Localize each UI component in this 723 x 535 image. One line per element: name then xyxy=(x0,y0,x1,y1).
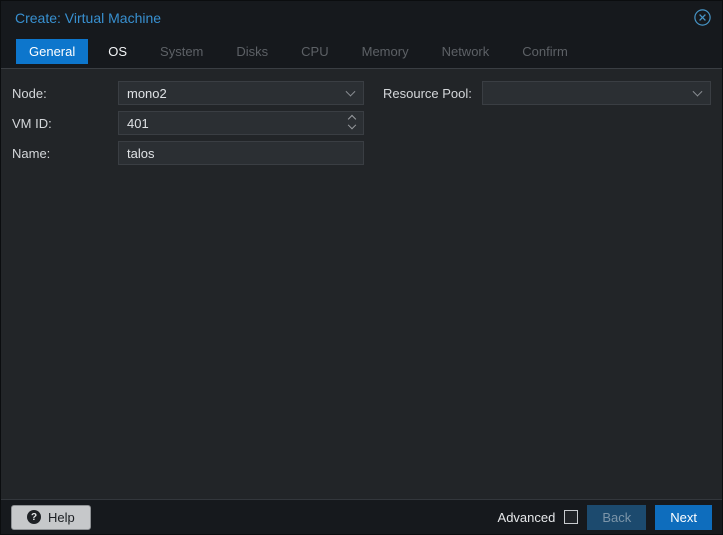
vmid-input[interactable] xyxy=(119,112,363,134)
vmid-spinner[interactable] xyxy=(118,111,364,135)
node-label: Node: xyxy=(12,86,118,101)
question-circle-icon: ? xyxy=(27,510,41,524)
resource-pool-combobox[interactable] xyxy=(482,81,711,105)
form-right-column: Resource Pool: xyxy=(383,81,711,105)
vmid-label: VM ID: xyxy=(12,116,118,131)
back-button[interactable]: Back xyxy=(587,505,646,530)
tab-general[interactable]: General xyxy=(16,39,88,64)
help-button[interactable]: ? Help xyxy=(11,505,91,530)
general-panel: Node: VM ID: Name: xyxy=(1,69,722,499)
name-label: Name: xyxy=(12,146,118,161)
create-vm-dialog: Create: Virtual Machine General OS Syste… xyxy=(0,0,723,535)
close-icon[interactable] xyxy=(693,9,711,27)
next-button[interactable]: Next xyxy=(655,505,712,530)
node-row: Node: xyxy=(12,81,364,105)
wizard-tab-bar: General OS System Disks CPU Memory Netwo… xyxy=(1,34,722,69)
tab-confirm: Confirm xyxy=(509,39,581,64)
tab-disks: Disks xyxy=(223,39,281,64)
resource-pool-label: Resource Pool: xyxy=(383,86,482,101)
dialog-titlebar: Create: Virtual Machine xyxy=(1,1,722,34)
node-input[interactable] xyxy=(119,82,363,104)
dialog-footer: ? Help Advanced Back Next xyxy=(1,499,722,534)
form-left-column: Node: VM ID: Name: xyxy=(12,81,364,165)
advanced-label: Advanced xyxy=(498,510,556,525)
tab-network: Network xyxy=(429,39,503,64)
help-button-label: Help xyxy=(48,510,75,525)
name-field[interactable] xyxy=(118,141,364,165)
dialog-title: Create: Virtual Machine xyxy=(15,10,161,26)
resource-pool-row: Resource Pool: xyxy=(383,81,711,105)
advanced-checkbox[interactable] xyxy=(564,510,578,524)
resource-pool-input[interactable] xyxy=(483,82,710,104)
tab-os[interactable]: OS xyxy=(95,39,140,64)
vmid-row: VM ID: xyxy=(12,111,364,135)
node-combobox[interactable] xyxy=(118,81,364,105)
name-row: Name: xyxy=(12,141,364,165)
tab-system: System xyxy=(147,39,216,64)
tab-memory: Memory xyxy=(349,39,422,64)
tab-cpu: CPU xyxy=(288,39,341,64)
footer-actions: Advanced Back Next xyxy=(498,505,712,530)
name-input[interactable] xyxy=(119,142,363,164)
